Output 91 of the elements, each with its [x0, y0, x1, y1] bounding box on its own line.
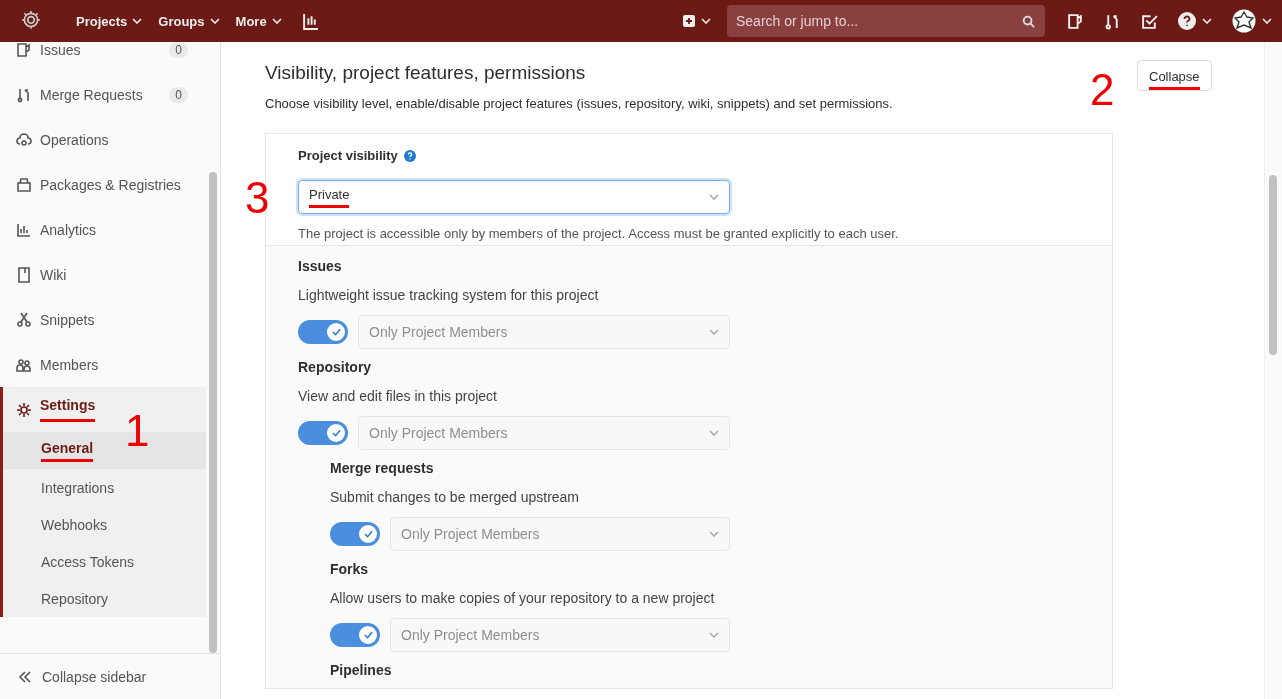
- sidebar-item[interactable]: Wiki: [0, 252, 206, 297]
- feature-title: Merge requests: [330, 460, 435, 476]
- chart-icon: [16, 221, 32, 238]
- sidebar-item-label: Issues: [40, 42, 82, 58]
- sidebar-subitem[interactable]: Access Tokens: [3, 543, 206, 580]
- scrollbar-thumb[interactable]: [209, 172, 217, 653]
- chevron-down-icon: [701, 18, 711, 24]
- avatar-icon: [1232, 9, 1256, 33]
- gear-logo-icon: [20, 10, 42, 32]
- sidebar-item[interactable]: Members: [0, 342, 206, 387]
- feature-title: Forks: [330, 561, 370, 577]
- chart-icon[interactable]: [301, 12, 319, 30]
- toggle-switch[interactable]: [330, 522, 380, 546]
- help-icon: [1178, 12, 1196, 30]
- feature-description: Submit changes to be merged upstream: [330, 489, 581, 505]
- chevron-down-icon: [209, 18, 220, 24]
- count-badge: 0: [169, 86, 188, 103]
- checkmark-icon: [363, 530, 373, 538]
- feature-title: Repository: [298, 359, 373, 375]
- toggle-switch[interactable]: [330, 623, 380, 647]
- sidebar-item[interactable]: Operations: [0, 117, 206, 162]
- feature-description: View and edit files in this project: [298, 388, 498, 404]
- section-description: Choose visibility level, enable/disable project features (issues, repository, wiki, snippets) and set permissions.: [265, 96, 894, 111]
- checkmark-icon: [331, 328, 341, 336]
- todo-checkbox-icon[interactable]: [1141, 12, 1158, 30]
- sidebar-item[interactable]: Packages & Registries: [0, 162, 206, 207]
- sidebar-item[interactable]: Merge Requests 0: [0, 72, 206, 117]
- collapse-button[interactable]: Collapse: [1137, 60, 1212, 91]
- chevron-down-icon: [709, 329, 719, 335]
- issues-icon: [16, 42, 32, 58]
- feature-description: Lightweight issue tracking system for this project: [298, 287, 600, 303]
- double-chevron-left-icon: [18, 670, 32, 683]
- sidebar-subitem-label: Repository: [41, 590, 108, 607]
- plus-icon: [683, 15, 695, 27]
- field-label: Project visibility: [298, 148, 398, 163]
- package-icon: [16, 176, 32, 193]
- book-icon: [16, 266, 32, 283]
- sidebar-subitem[interactable]: Integrations: [3, 469, 206, 506]
- sidebar-subitem-label: General: [41, 439, 94, 462]
- merge-request-icon: [16, 86, 32, 103]
- count-badge: 0: [169, 42, 188, 58]
- settings-icon: [16, 401, 32, 418]
- checkmark-icon: [363, 631, 373, 639]
- sidebar-subitem[interactable]: Repository: [3, 580, 206, 617]
- sidebar-item-label: Packages & Registries: [40, 176, 182, 193]
- sidebar-item-label: Snippets: [40, 311, 96, 328]
- sidebar-subitem-label: Webhooks: [41, 516, 107, 533]
- annotation-number: 3: [245, 176, 270, 220]
- chevron-down-icon: [271, 18, 282, 24]
- chevron-down-icon: [709, 632, 719, 638]
- nav-menu-button[interactable]: Projects: [70, 13, 149, 29]
- sidebar-item-label: Members: [40, 356, 100, 373]
- section-title: Visibility, project features, permissions: [265, 62, 587, 84]
- search-icon: [1022, 15, 1035, 28]
- sidebar-item-label: Settings: [40, 397, 96, 422]
- help-text: The project is accessible only by members of the project. Access must be granted explicitly to each user.: [298, 226, 900, 241]
- chevron-down-icon: [1202, 18, 1212, 24]
- feature-title: Pipelines: [330, 662, 393, 678]
- sidebar-subitem-label: Integrations: [41, 479, 115, 496]
- sidebar-item[interactable]: Snippets: [0, 297, 206, 342]
- feature-title: Issues: [298, 258, 343, 274]
- sidebar-item[interactable]: Issues 0: [0, 42, 206, 72]
- annotation-number: 2: [1090, 68, 1115, 112]
- sidebar-item-label: Operations: [40, 131, 110, 148]
- scissors-icon: [16, 311, 32, 328]
- help-icon[interactable]: [403, 149, 416, 162]
- sidebar-item-label: Wiki: [40, 266, 68, 283]
- sidebar-item[interactable]: Settings: [3, 387, 104, 432]
- search-field[interactable]: Search or jump to...: [727, 5, 1045, 37]
- merge-request-icon[interactable]: [1104, 12, 1121, 30]
- feature-description: Allow users to make copies of your repository to a new project: [330, 590, 716, 606]
- nav-menu-button[interactable]: Groups: [152, 13, 226, 29]
- nav-menu-button[interactable]: More: [229, 13, 288, 29]
- visibility-select[interactable]: Private: [298, 180, 730, 214]
- chevron-down-icon: [709, 531, 719, 537]
- chevron-down-icon: [132, 18, 143, 24]
- people-icon: [16, 356, 32, 373]
- sidebar-item[interactable]: Analytics: [0, 207, 206, 252]
- toggle-switch[interactable]: [298, 320, 348, 344]
- chevron-down-icon: [709, 430, 719, 436]
- checkmark-icon: [331, 429, 341, 437]
- sidebar-item-label: Merge Requests: [40, 86, 144, 103]
- scrollbar-thumb[interactable]: [1269, 175, 1277, 355]
- sidebar-item-label: Analytics: [40, 221, 98, 238]
- sidebar-subitem[interactable]: Webhooks: [3, 506, 206, 543]
- issues-icon[interactable]: [1067, 12, 1084, 30]
- sidebar-subitem-label: Access Tokens: [41, 553, 135, 570]
- toggle-switch[interactable]: [298, 421, 348, 445]
- chevron-down-icon: [1262, 18, 1272, 24]
- cloud-icon: [16, 131, 32, 148]
- chevron-down-icon: [709, 194, 719, 200]
